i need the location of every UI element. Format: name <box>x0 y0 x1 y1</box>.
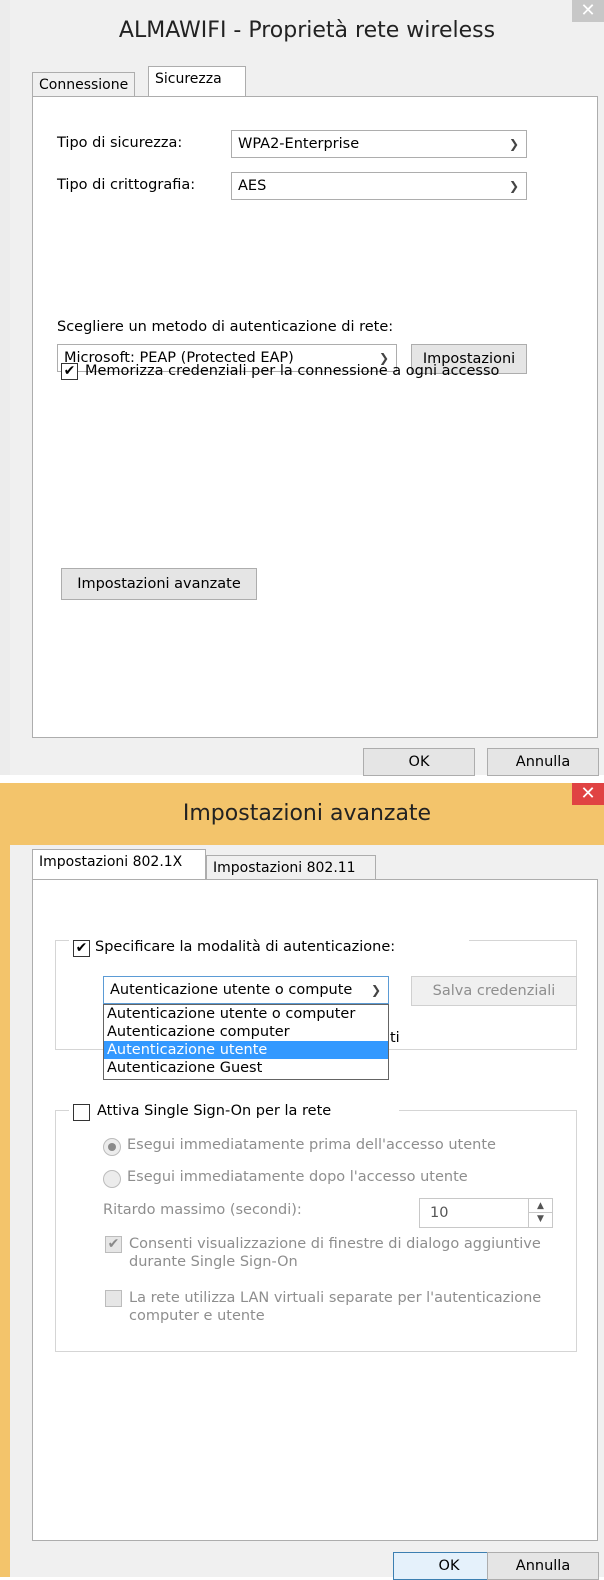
max-delay-spinner[interactable]: 10 ▲ ▼ <box>419 1198 553 1228</box>
sso-after-label: Esegui immediatamente dopo l'accesso ute… <box>127 1169 468 1185</box>
close-button[interactable]: ✕ <box>572 783 604 805</box>
dropdown-option-user-or-computer[interactable]: Autenticazione utente o computer <box>104 1005 388 1023</box>
security-tab-panel: Tipo di sicurezza: WPA2-Enterprise ❯ Tip… <box>32 96 598 738</box>
specify-auth-mode-checkbox[interactable]: ✔ <box>73 940 90 957</box>
sso-before-label: Esegui immediatamente prima dell'accesso… <box>127 1137 496 1153</box>
dropdown-option-guest[interactable]: Autenticazione Guest <box>104 1059 388 1077</box>
tab-connessione[interactable]: Connessione <box>32 72 136 98</box>
sso-after-radio[interactable] <box>103 1170 121 1188</box>
title-bar: ALMAWIFI - Proprietà rete wireless ✕ <box>10 0 604 62</box>
title-bar: Impostazioni avanzate ✕ <box>10 783 604 845</box>
separate-vlans-checkbox[interactable] <box>105 1290 122 1307</box>
encryption-type-select[interactable]: AES ❯ <box>231 172 527 200</box>
close-icon: ✕ <box>580 783 596 804</box>
encryption-type-label: Tipo di crittografia: <box>57 177 196 193</box>
spin-down-icon[interactable]: ▼ <box>529 1213 552 1226</box>
dropdown-option-computer[interactable]: Autenticazione computer <box>104 1023 388 1041</box>
close-icon: ✕ <box>580 0 596 21</box>
auth-mode-dropdown: Autenticazione utente o computer Autenti… <box>103 1004 389 1080</box>
tab-sicurezza[interactable]: Sicurezza <box>148 66 246 96</box>
max-delay-value: 10 <box>430 1205 449 1221</box>
security-type-label: Tipo di sicurezza: <box>57 135 183 151</box>
radio-selected-dot <box>108 1143 116 1151</box>
checkmark-icon: ✔ <box>63 363 76 379</box>
sso-label: Attiva Single Sign-On per la rete <box>97 1103 332 1119</box>
allow-dialogs-checkbox[interactable]: ✔ <box>105 1236 122 1253</box>
window-title: Impostazioni avanzate <box>182 801 432 826</box>
chevron-down-icon: ❯ <box>508 179 519 193</box>
cancel-button[interactable]: Annulla <box>487 1552 599 1580</box>
remember-credentials-checkbox[interactable]: ✔ <box>61 363 78 380</box>
max-delay-label: Ritardo massimo (secondi): <box>103 1202 302 1218</box>
window-title: ALMAWIFI - Proprietà rete wireless <box>118 18 496 43</box>
auth-mode-select[interactable]: Autenticazione utente o compute ❯ <box>103 976 389 1004</box>
advanced-settings-dialog: Impostazioni avanzate ✕ Impostazioni 802… <box>0 783 604 1580</box>
security-type-select[interactable]: WPA2-Enterprise ❯ <box>231 130 527 158</box>
tab-80211[interactable]: Impostazioni 802.11 <box>206 855 376 881</box>
chevron-down-icon: ❯ <box>370 983 381 997</box>
spin-buttons[interactable]: ▲ ▼ <box>528 1199 552 1227</box>
chevron-down-icon: ❯ <box>508 137 519 151</box>
security-type-value: WPA2-Enterprise <box>238 136 360 152</box>
auth-mode-value: Autenticazione utente o compute <box>110 982 353 998</box>
checkmark-icon: ✔ <box>107 1236 120 1252</box>
save-credentials-button[interactable]: Salva credenziali <box>411 976 577 1006</box>
close-button[interactable]: ✕ <box>572 0 604 22</box>
separate-vlans-label: La rete utilizza LAN virtuali separate p… <box>129 1290 542 1324</box>
cancel-button[interactable]: Annulla <box>487 748 599 776</box>
checkmark-icon: ✔ <box>75 940 88 956</box>
auth-method-label: Scegliere un metodo di autenticazione di… <box>57 319 394 335</box>
spin-up-icon[interactable]: ▲ <box>529 1199 552 1213</box>
tab-8021x[interactable]: Impostazioni 802.1X <box>32 849 206 879</box>
sso-checkbox[interactable] <box>73 1104 90 1121</box>
specify-auth-mode-label: Specificare la modalità di autenticazion… <box>95 939 396 955</box>
sso-before-radio[interactable] <box>103 1138 121 1156</box>
obscured-text: ti <box>390 1030 400 1046</box>
wireless-properties-dialog: ALMAWIFI - Proprietà rete wireless ✕ Con… <box>0 0 604 776</box>
remember-credentials-label: Memorizza credenziali per la connessione… <box>85 363 500 379</box>
dropdown-option-user[interactable]: Autenticazione utente <box>104 1041 388 1059</box>
encryption-type-value: AES <box>238 178 267 194</box>
advanced-settings-button[interactable]: Impostazioni avanzate <box>61 568 257 600</box>
ok-button[interactable]: OK <box>363 748 475 776</box>
allow-dialogs-label: Consenti visualizzazione di finestre di … <box>129 1236 541 1270</box>
8021x-tab-panel: ✔ Specificare la modalità di autenticazi… <box>32 879 598 1541</box>
